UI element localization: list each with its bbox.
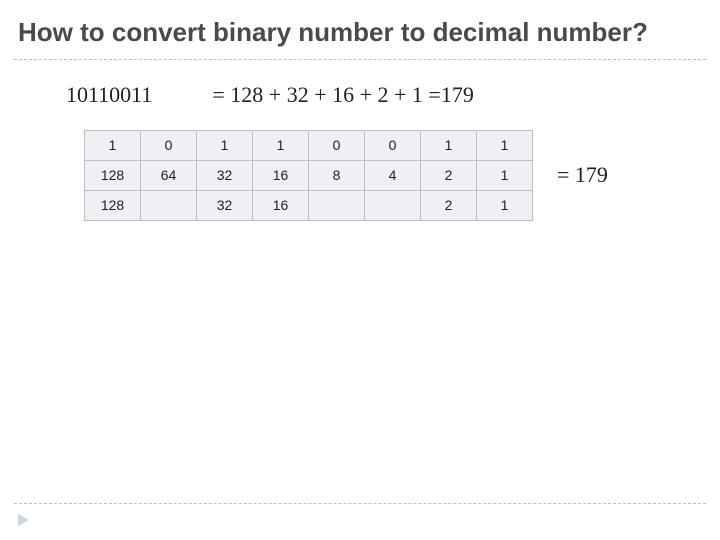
conversion-table: 1 0 1 1 0 0 1 1 128 64 32 16 8 4 2 1 128…	[84, 130, 533, 221]
weight-cell: 8	[309, 160, 365, 190]
weight-cell: 1	[477, 160, 533, 190]
picked-cell: 128	[85, 190, 141, 220]
weight-cell: 2	[421, 160, 477, 190]
bit-cell: 1	[477, 130, 533, 160]
table-row: 128 64 32 16 8 4 2 1	[85, 160, 533, 190]
picked-cell: 16	[253, 190, 309, 220]
bit-cell: 0	[141, 130, 197, 160]
bit-cell: 0	[309, 130, 365, 160]
page-title: How to convert binary number to decimal …	[0, 0, 720, 59]
result-label: = 179	[533, 162, 608, 188]
binary-literal: 10110011	[66, 82, 152, 108]
bit-cell: 1	[197, 130, 253, 160]
bit-cell: 1	[85, 130, 141, 160]
picked-cell	[365, 190, 421, 220]
table-row: 1 0 1 1 0 0 1 1	[85, 130, 533, 160]
bit-cell: 1	[421, 130, 477, 160]
table-row: 128 32 16 2 1	[85, 190, 533, 220]
weight-cell: 16	[253, 160, 309, 190]
arrow-right-icon	[18, 514, 29, 526]
weight-cell: 128	[85, 160, 141, 190]
picked-cell: 2	[421, 190, 477, 220]
picked-cell	[309, 190, 365, 220]
picked-cell	[141, 190, 197, 220]
picked-cell: 32	[197, 190, 253, 220]
equation-text: = 128 + 32 + 16 + 2 + 1 =179	[212, 82, 473, 108]
picked-cell: 1	[477, 190, 533, 220]
bit-cell: 0	[365, 130, 421, 160]
weight-cell: 32	[197, 160, 253, 190]
weight-cell: 4	[365, 160, 421, 190]
bit-cell: 1	[253, 130, 309, 160]
weight-cell: 64	[141, 160, 197, 190]
formula-row: 10110011 = 128 + 32 + 16 + 2 + 1 =179	[0, 60, 720, 108]
divider-bottom	[14, 503, 706, 504]
